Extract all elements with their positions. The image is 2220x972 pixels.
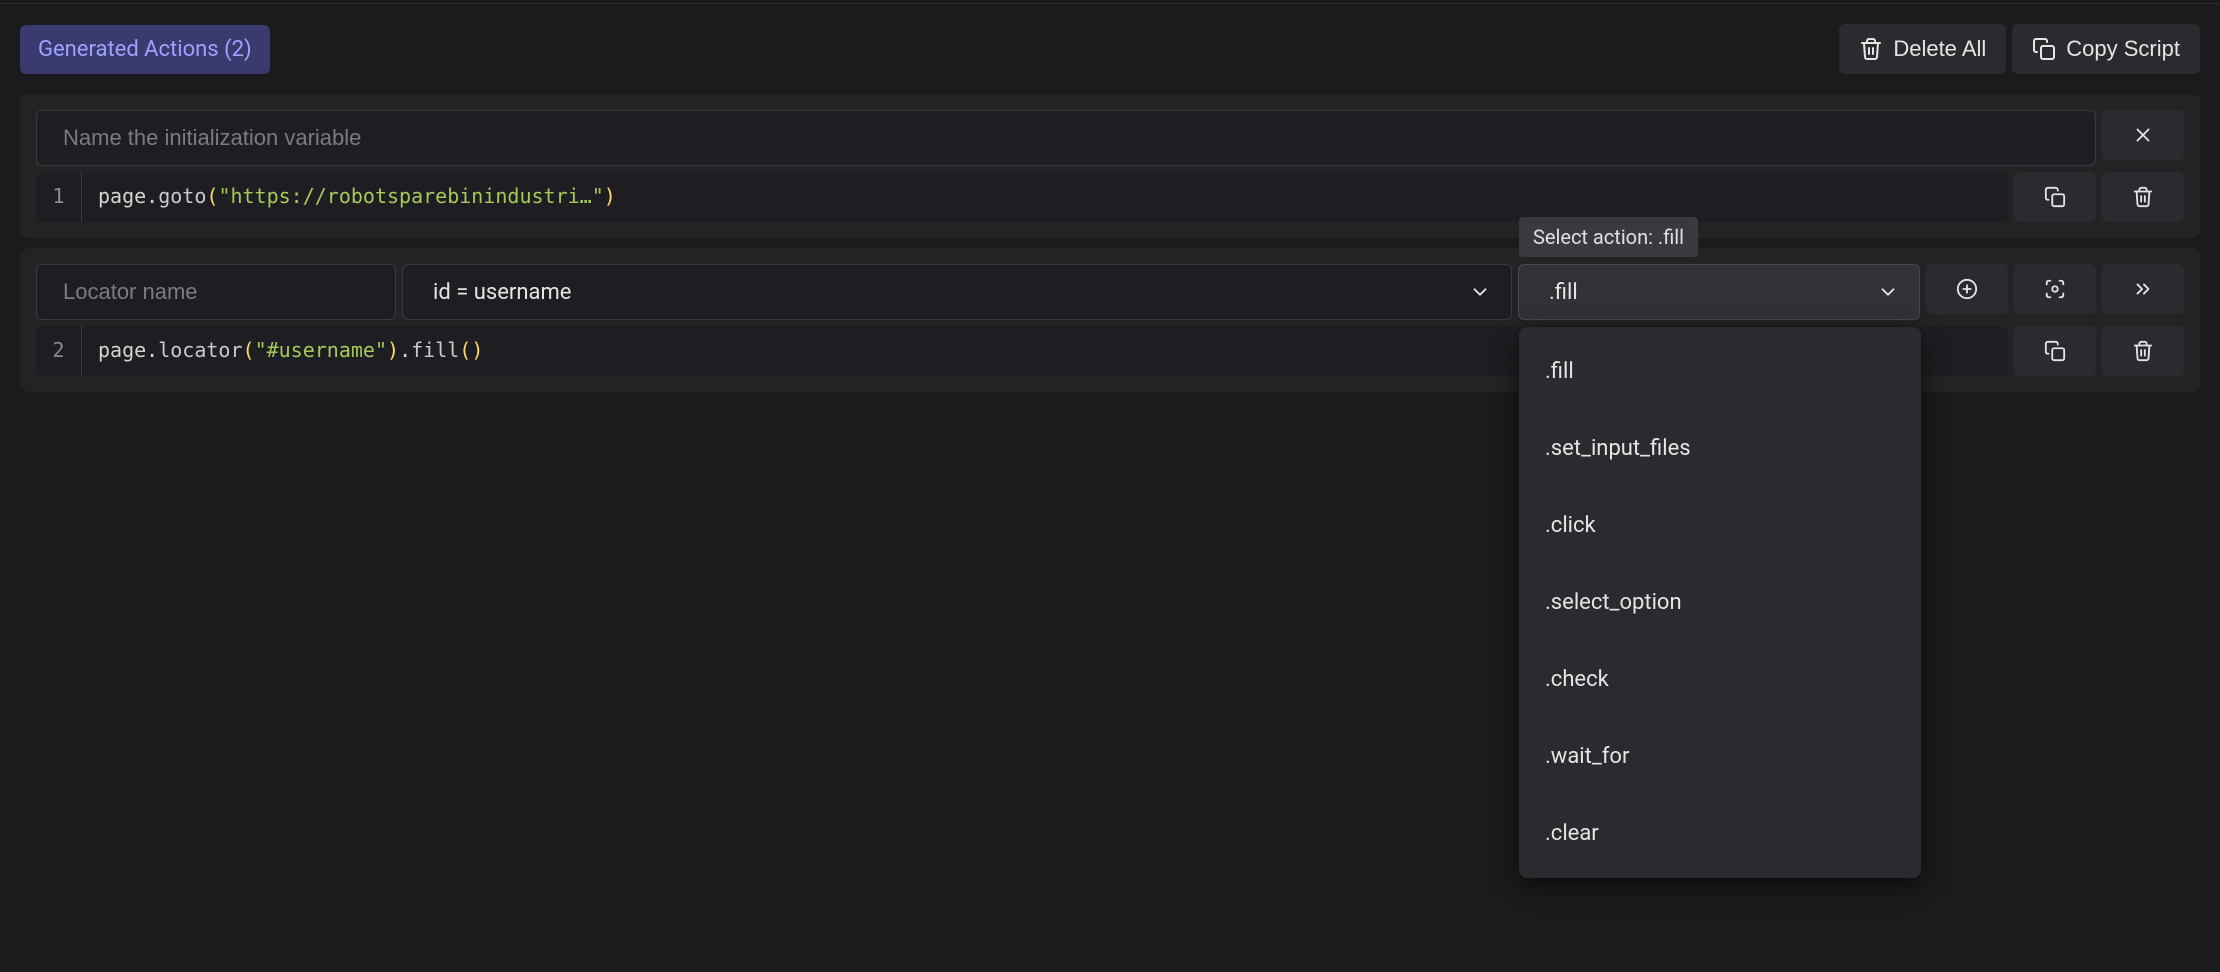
locator-name-input[interactable] <box>36 264 396 320</box>
trash-icon <box>2132 186 2154 208</box>
copy-icon <box>2032 37 2056 61</box>
generated-actions-tab[interactable]: Generated Actions (2) <box>20 25 270 74</box>
add-action-button[interactable] <box>1926 264 2008 314</box>
action-dropdown: .fill .set_input_files .click .select_op… <box>1519 327 1921 878</box>
header-row: Generated Actions (2) Delete All Copy Sc… <box>20 24 2200 74</box>
delete-all-button[interactable]: Delete All <box>1839 24 2006 74</box>
action-option-click[interactable]: .click <box>1525 487 1915 564</box>
chevron-down-icon <box>1877 281 1899 303</box>
code-line-1: 1 page.goto("https://robotsparebinindust… <box>36 172 2008 222</box>
chevron-down-icon <box>1469 281 1491 303</box>
action-option-check[interactable]: .check <box>1525 641 1915 718</box>
action-select[interactable]: Select action: .fill .fill .fill .set_in… <box>1518 264 1920 320</box>
plus-circle-icon <box>1956 278 1978 300</box>
copy-line-button[interactable] <box>2014 326 2096 376</box>
init-variable-name-input[interactable] <box>36 110 2096 166</box>
scan-icon <box>2044 278 2066 300</box>
delete-line-button[interactable] <box>2102 326 2184 376</box>
expand-button[interactable] <box>2102 264 2184 314</box>
copy-script-label: Copy Script <box>2066 36 2180 62</box>
action-value: .fill <box>1549 280 1578 305</box>
copy-script-button[interactable]: Copy Script <box>2012 24 2200 74</box>
code-text: page.locator("#username").fill() <box>82 326 499 376</box>
action-panel-1: 1 page.goto("https://robotsparebinindust… <box>20 94 2200 238</box>
action-tooltip: Select action: .fill <box>1519 217 1698 257</box>
action-option-select-option[interactable]: .select_option <box>1525 564 1915 641</box>
trash-icon <box>2132 340 2154 362</box>
chevrons-right-icon <box>2132 278 2154 300</box>
target-button[interactable] <box>2014 264 2096 314</box>
code-text: page.goto("https://robotsparebinindustri… <box>82 172 632 222</box>
copy-icon <box>2044 186 2066 208</box>
line-number: 1 <box>36 172 82 222</box>
selector-dropdown[interactable]: id = username <box>402 264 1512 320</box>
trash-icon <box>1859 37 1883 61</box>
close-panel-button[interactable] <box>2102 110 2184 160</box>
selector-value: id = username <box>433 280 571 305</box>
copy-line-button[interactable] <box>2014 172 2096 222</box>
line-number: 2 <box>36 326 82 376</box>
copy-icon <box>2044 340 2066 362</box>
delete-all-label: Delete All <box>1893 36 1986 62</box>
action-option-fill[interactable]: .fill <box>1525 333 1915 410</box>
action-option-wait-for[interactable]: .wait_for <box>1525 718 1915 795</box>
delete-line-button[interactable] <box>2102 172 2184 222</box>
close-icon <box>2132 124 2154 146</box>
action-option-set-input-files[interactable]: .set_input_files <box>1525 410 1915 487</box>
action-panel-2: id = username Select action: .fill .fill… <box>20 248 2200 392</box>
action-option-clear[interactable]: .clear <box>1525 795 1915 872</box>
